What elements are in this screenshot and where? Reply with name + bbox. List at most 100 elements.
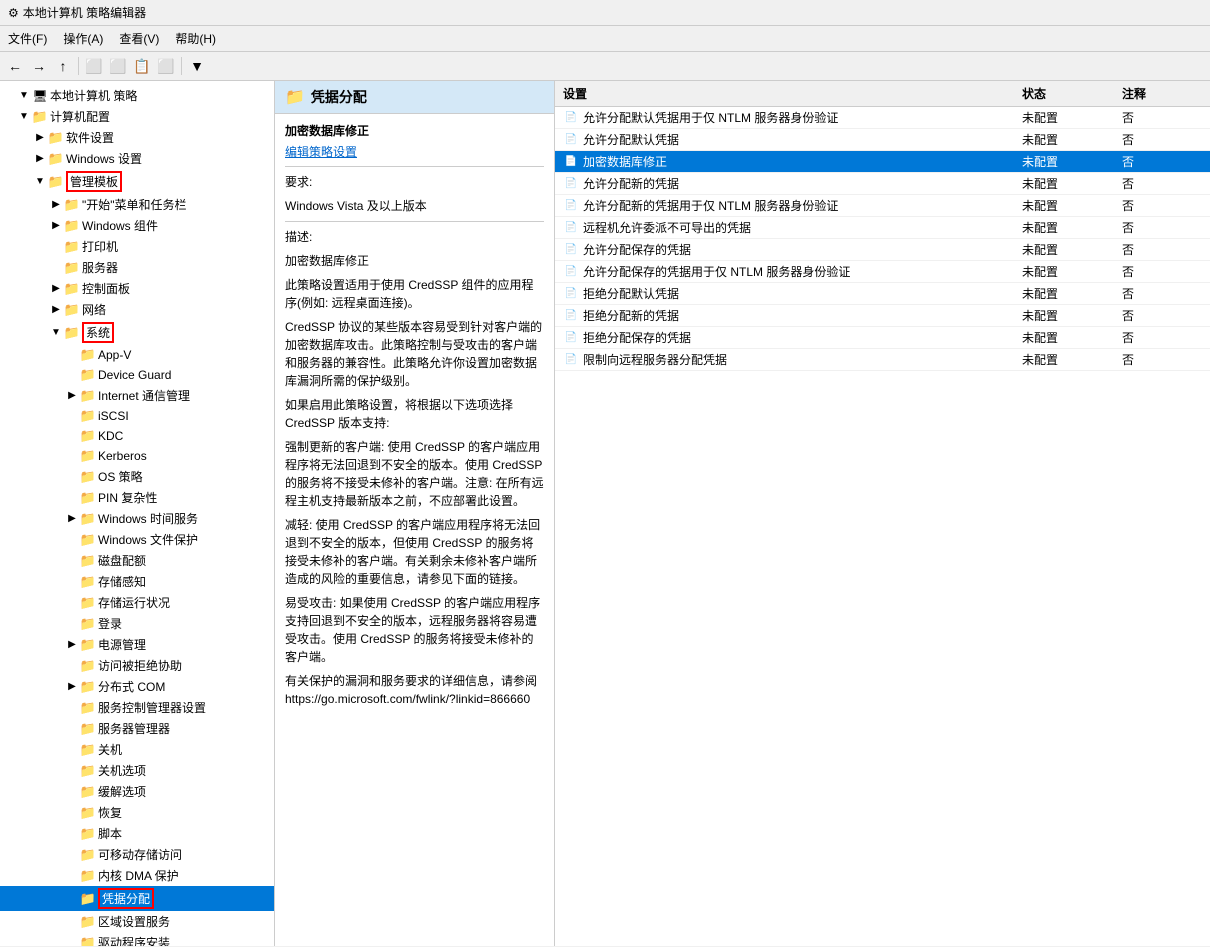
setting-note-3: 否 [1122,175,1202,192]
toolbar-properties[interactable]: 📋 [131,55,153,77]
tree-dcom[interactable]: ▶ 📁 分布式 COM [0,676,274,697]
settings-row-0[interactable]: 📄 允许分配默认凭据用于仅 NTLM 服务器身份验证 未配置 否 [555,107,1210,129]
tree-pin-label: PIN 复杂性 [98,489,157,506]
tree-cp-toggle: ▶ [48,281,64,297]
tree-credentials[interactable]: ▶ 📁 凭据分配 [0,886,274,911]
tree-admin-templates[interactable]: ▼ 📁 管理模板 [0,169,274,194]
settings-row-2[interactable]: 📄 加密数据库修正 未配置 否 [555,151,1210,173]
tree-troubleshoot[interactable]: ▶ 📁 缓解选项 [0,781,274,802]
setting-status-4: 未配置 [1022,197,1122,214]
setting-name-5: 📄 远程机允许委派不可导出的凭据 [563,219,1022,236]
tree-network-toggle: ▶ [48,302,64,318]
settings-row-8[interactable]: 📄 拒绝分配默认凭据 未配置 否 [555,283,1210,305]
folder-icon-start: 📁 [64,197,80,213]
folder-icon-sd: 📁 [80,742,96,758]
setting-name-1: 📄 允许分配默认凭据 [563,131,1022,148]
tree-computer-config[interactable]: ▼ 📁 计算机配置 [0,106,274,127]
settings-row-4[interactable]: 📄 允许分配新的凭据用于仅 NTLM 服务器身份验证 未配置 否 [555,195,1210,217]
tree-wincomp-toggle: ▶ [48,218,64,234]
tree-control-panel[interactable]: ▶ 📁 控制面板 [0,278,274,299]
tree-access-denied[interactable]: ▶ 📁 访问被拒绝协助 [0,655,274,676]
tree-os-policy[interactable]: ▶ 📁 OS 策略 [0,466,274,487]
setting-icon-9: 📄 [563,308,579,324]
tree-computer-config-toggle: ▼ [16,109,32,125]
tree-iscsi[interactable]: ▶ 📁 iSCSI [0,406,274,426]
settings-row-10[interactable]: 📄 拒绝分配保存的凭据 未配置 否 [555,327,1210,349]
setting-icon-7: 📄 [563,264,579,280]
tree-restore[interactable]: ▶ 📁 恢复 [0,802,274,823]
menu-file[interactable]: 文件(F) [0,28,55,49]
tree-server[interactable]: ▶ 📁 服务器 [0,257,274,278]
toolbar: ← → ↑ ⬜ ⬜ 📋 ⬜ ▼ [0,52,1210,81]
tree-wintime[interactable]: ▶ 📁 Windows 时间服务 [0,508,274,529]
setting-status-10: 未配置 [1022,329,1122,346]
tree-service-ctrl[interactable]: ▶ 📁 服务控制管理器设置 [0,697,274,718]
toolbar-show-hide[interactable]: ⬜ [83,55,105,77]
tree-login[interactable]: ▶ 📁 登录 [0,613,274,634]
toolbar-filter[interactable]: ▼ [186,55,208,77]
middle-panel: 📁 凭据分配 加密数据库修正 编辑策略设置 要求: Windows Vista … [275,81,555,946]
toolbar-new[interactable]: ⬜ [155,55,177,77]
menu-help[interactable]: 帮助(H) [167,28,224,49]
tree-shutdown[interactable]: ▶ 📁 关机 [0,739,274,760]
tree-internet-comm[interactable]: ▶ 📁 Internet 通信管理 [0,385,274,406]
settings-row-7[interactable]: 📄 允许分配保存的凭据用于仅 NTLM 服务器身份验证 未配置 否 [555,261,1210,283]
tree-network[interactable]: ▶ 📁 网络 [0,299,274,320]
menu-view[interactable]: 查看(V) [111,28,167,49]
tree-shutdown-opts[interactable]: ▶ 📁 关机选项 [0,760,274,781]
tree-driver-install[interactable]: ▶ 📁 驱动程序安装 [0,932,274,946]
middle-edit-link[interactable]: 编辑策略设置 [285,145,357,159]
toolbar-back[interactable]: ← [4,55,26,77]
setting-note-4: 否 [1122,197,1202,214]
setting-status-6: 未配置 [1022,241,1122,258]
tree-printer[interactable]: ▶ 📁 打印机 [0,236,274,257]
middle-encrypt-title: 加密数据库修正 [285,122,544,139]
settings-row-6[interactable]: 📄 允许分配保存的凭据 未配置 否 [555,239,1210,261]
tree-win-components[interactable]: ▶ 📁 Windows 组件 [0,215,274,236]
tree-device-guard[interactable]: ▶ 📁 Device Guard [0,365,274,385]
tree-disk[interactable]: ▶ 📁 磁盘配额 [0,550,274,571]
tree-kdc[interactable]: ▶ 📁 KDC [0,426,274,446]
tree-power[interactable]: ▶ 📁 电源管理 [0,634,274,655]
settings-row-5[interactable]: 📄 远程机允许委派不可导出的凭据 未配置 否 [555,217,1210,239]
tree-kernel-dma[interactable]: ▶ 📁 内核 DMA 保护 [0,865,274,886]
settings-row-1[interactable]: 📄 允许分配默认凭据 未配置 否 [555,129,1210,151]
folder-icon-network: 📁 [64,302,80,318]
settings-panel: 设置 状态 注释 📄 允许分配默认凭据用于仅 NTLM 服务器身份验证 未配置 … [555,81,1210,946]
tree-windows-settings[interactable]: ▶ 📁 Windows 设置 [0,148,274,169]
tree-storage-status[interactable]: ▶ 📁 存储运行状况 [0,592,274,613]
tree-removable[interactable]: ▶ 📁 可移动存储访问 [0,844,274,865]
tree-software-settings[interactable]: ▶ 📁 软件设置 [0,127,274,148]
setting-note-10: 否 [1122,329,1202,346]
tree-scr-label: 脚本 [98,825,122,842]
tree-winfile[interactable]: ▶ 📁 Windows 文件保护 [0,529,274,550]
tree-scripts[interactable]: ▶ 📁 脚本 [0,823,274,844]
tree-kerberos[interactable]: ▶ 📁 Kerberos [0,446,274,466]
middle-divider-2 [285,221,544,222]
tree-pin[interactable]: ▶ 📁 PIN 复杂性 [0,487,274,508]
menu-action[interactable]: 操作(A) [55,28,111,49]
tree-root[interactable]: ▼ 🖥 本地计算机 策略 [0,85,274,106]
settings-row-11[interactable]: 📄 限制向远程服务器分配凭据 未配置 否 [555,349,1210,371]
toolbar-forward[interactable]: → [28,55,50,77]
header-setting: 设置 [563,85,1022,102]
setting-note-5: 否 [1122,219,1202,236]
tree-os-label: OS 策略 [98,468,143,485]
settings-row-3[interactable]: 📄 允许分配新的凭据 未配置 否 [555,173,1210,195]
tree-ic-label: Internet 通信管理 [98,387,190,404]
tree-power-label: 电源管理 [98,636,146,653]
tree-storage-awareness[interactable]: ▶ 📁 存储感知 [0,571,274,592]
tree-server-mgr[interactable]: ▶ 📁 服务器管理器 [0,718,274,739]
tree-dg-label: Device Guard [98,368,171,382]
folder-icon-sdo: 📁 [80,763,96,779]
tree-sdo-label: 关机选项 [98,762,146,779]
tree-system[interactable]: ▼ 📁 系统 [0,320,274,345]
tree-appv[interactable]: ▶ 📁 App-V [0,345,274,365]
setting-status-5: 未配置 [1022,219,1122,236]
settings-row-9[interactable]: 📄 拒绝分配新的凭据 未配置 否 [555,305,1210,327]
toolbar-up[interactable]: ↑ [52,55,74,77]
toolbar-collapse[interactable]: ⬜ [107,55,129,77]
tree-regional[interactable]: ▶ 📁 区域设置服务 [0,911,274,932]
tree-start-menu[interactable]: ▶ 📁 "开始"菜单和任务栏 [0,194,274,215]
middle-desc-6: 易受攻击: 如果使用 CredSSP 的客户端应用程序支持回退到不安全的版本，远… [285,594,544,666]
